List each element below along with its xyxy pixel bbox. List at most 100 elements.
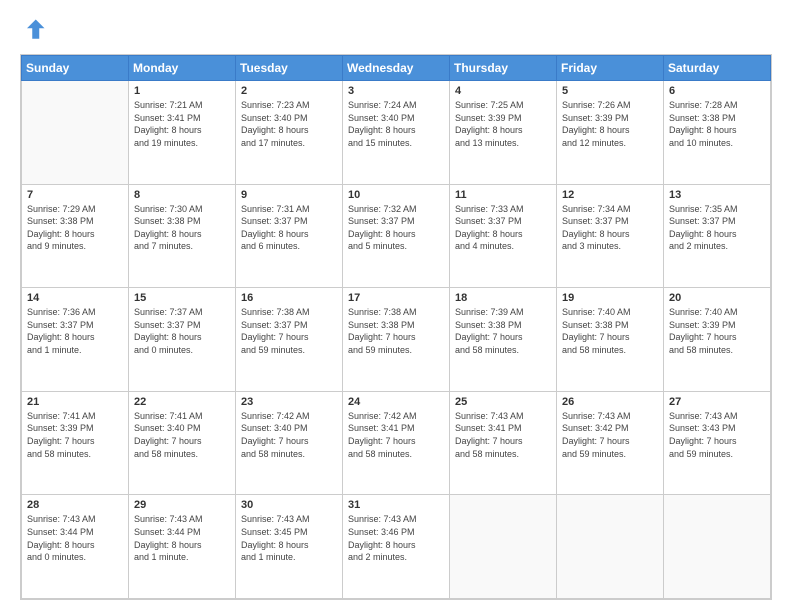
calendar-table: SundayMondayTuesdayWednesdayThursdayFrid… bbox=[21, 55, 771, 599]
day-info: Sunrise: 7:37 AM Sunset: 3:37 PM Dayligh… bbox=[134, 306, 230, 356]
calendar-cell bbox=[22, 81, 129, 185]
calendar-cell: 16 Sunrise: 7:38 AM Sunset: 3:37 PM Dayli… bbox=[236, 288, 343, 392]
calendar-week-row: 7 Sunrise: 7:29 AM Sunset: 3:38 PM Daylig… bbox=[22, 184, 771, 288]
calendar-cell: 9 Sunrise: 7:31 AM Sunset: 3:37 PM Daylig… bbox=[236, 184, 343, 288]
day-number: 16 bbox=[241, 292, 337, 304]
day-info: Sunrise: 7:40 AM Sunset: 3:39 PM Dayligh… bbox=[669, 306, 765, 356]
calendar-week-row: 14Sunrise: 7:36 AM Sunset: 3:37 PM Dayli… bbox=[22, 288, 771, 392]
calendar-cell: 2Sunrise: 7:23 AM Sunset: 3:40 PM Daylig… bbox=[236, 81, 343, 185]
day-number: 13 bbox=[669, 189, 765, 201]
day-header: Thursday bbox=[450, 56, 557, 81]
day-info: Sunrise: 7:42 AM Sunset: 3:41 PM Dayligh… bbox=[348, 410, 444, 460]
day-info: Sunrise: 7:39 AM Sunset: 3:38 PM Dayligh… bbox=[455, 306, 551, 356]
day-number: 9 bbox=[241, 189, 337, 201]
calendar-cell: 18 Sunrise: 7:39 AM Sunset: 3:38 PM Dayli… bbox=[450, 288, 557, 392]
calendar-cell: 11 Sunrise: 7:33 AM Sunset: 3:37 PM Dayli… bbox=[450, 184, 557, 288]
day-number: 15 bbox=[134, 292, 230, 304]
day-info: Sunrise: 7:26 AM Sunset: 3:39 PM Dayligh… bbox=[562, 99, 658, 149]
day-info: Sunrise: 7:34 AM Sunset: 3:37 PM Dayligh… bbox=[562, 203, 658, 253]
day-header: Monday bbox=[129, 56, 236, 81]
calendar-cell: 21 Sunrise: 7:41 AM Sunset: 3:39 PM Dayli… bbox=[22, 391, 129, 495]
day-number: 4 bbox=[455, 85, 551, 97]
calendar-cell bbox=[450, 495, 557, 599]
calendar-week-row: 28 Sunrise: 7:43 AM Sunset: 3:44 PM Dayli… bbox=[22, 495, 771, 599]
day-number: 24 bbox=[348, 396, 444, 408]
day-header: Friday bbox=[557, 56, 664, 81]
calendar-cell: 25Sunrise: 7:43 AM Sunset: 3:41 PM Dayli… bbox=[450, 391, 557, 495]
day-number: 23 bbox=[241, 396, 337, 408]
day-info: Sunrise: 7:38 AM Sunset: 3:38 PM Dayligh… bbox=[348, 306, 444, 356]
day-info: Sunrise: 7:43 AM Sunset: 3:42 PM Dayligh… bbox=[562, 410, 658, 460]
day-header: Saturday bbox=[664, 56, 771, 81]
day-info: Sunrise: 7:43 AM Sunset: 3:44 PM Dayligh… bbox=[134, 513, 230, 563]
day-number: 7 bbox=[27, 189, 123, 201]
calendar-cell: 26 Sunrise: 7:43 AM Sunset: 3:42 PM Dayli… bbox=[557, 391, 664, 495]
calendar-cell: 23 Sunrise: 7:42 AM Sunset: 3:40 PM Dayli… bbox=[236, 391, 343, 495]
day-number: 19 bbox=[562, 292, 658, 304]
calendar-cell bbox=[557, 495, 664, 599]
calendar-cell: 17 Sunrise: 7:38 AM Sunset: 3:38 PM Dayli… bbox=[343, 288, 450, 392]
calendar-week-row: 1 Sunrise: 7:21 AM Sunset: 3:41 PM Daylig… bbox=[22, 81, 771, 185]
day-info: Sunrise: 7:31 AM Sunset: 3:37 PM Dayligh… bbox=[241, 203, 337, 253]
calendar-cell: 22 Sunrise: 7:41 AM Sunset: 3:40 PM Dayli… bbox=[129, 391, 236, 495]
day-header: Tuesday bbox=[236, 56, 343, 81]
calendar-cell: 20 Sunrise: 7:40 AM Sunset: 3:39 PM Dayli… bbox=[664, 288, 771, 392]
calendar-cell: 30 Sunrise: 7:43 AM Sunset: 3:45 PM Dayli… bbox=[236, 495, 343, 599]
day-number: 26 bbox=[562, 396, 658, 408]
day-number: 3 bbox=[348, 85, 444, 97]
day-number: 28 bbox=[27, 499, 123, 511]
day-info: Sunrise: 7:40 AM Sunset: 3:38 PM Dayligh… bbox=[562, 306, 658, 356]
day-number: 12 bbox=[562, 189, 658, 201]
calendar-cell: 4Sunrise: 7:25 AM Sunset: 3:39 PM Daylig… bbox=[450, 81, 557, 185]
day-info: Sunrise: 7:35 AM Sunset: 3:37 PM Dayligh… bbox=[669, 203, 765, 253]
day-info: Sunrise: 7:33 AM Sunset: 3:37 PM Dayligh… bbox=[455, 203, 551, 253]
day-number: 18 bbox=[455, 292, 551, 304]
day-number: 22 bbox=[134, 396, 230, 408]
day-number: 17 bbox=[348, 292, 444, 304]
day-number: 30 bbox=[241, 499, 337, 511]
header bbox=[20, 16, 772, 44]
day-number: 1 bbox=[134, 85, 230, 97]
day-number: 27 bbox=[669, 396, 765, 408]
calendar-cell: 31Sunrise: 7:43 AM Sunset: 3:46 PM Dayli… bbox=[343, 495, 450, 599]
calendar-cell: 19 Sunrise: 7:40 AM Sunset: 3:38 PM Dayli… bbox=[557, 288, 664, 392]
day-header: Sunday bbox=[22, 56, 129, 81]
logo-icon bbox=[20, 16, 48, 44]
day-info: Sunrise: 7:28 AM Sunset: 3:38 PM Dayligh… bbox=[669, 99, 765, 149]
calendar-cell: 28Sunrise: 7:43 AM Sunset: 3:44 PM Dayli… bbox=[22, 495, 129, 599]
calendar-cell: 3Sunrise: 7:24 AM Sunset: 3:40 PM Daylig… bbox=[343, 81, 450, 185]
day-info: Sunrise: 7:29 AM Sunset: 3:38 PM Dayligh… bbox=[27, 203, 123, 253]
day-number: 10 bbox=[348, 189, 444, 201]
page: SundayMondayTuesdayWednesdayThursdayFrid… bbox=[0, 0, 792, 612]
day-info: Sunrise: 7:30 AM Sunset: 3:38 PM Dayligh… bbox=[134, 203, 230, 253]
day-info: Sunrise: 7:43 AM Sunset: 3:43 PM Dayligh… bbox=[669, 410, 765, 460]
day-info: Sunrise: 7:41 AM Sunset: 3:39 PM Dayligh… bbox=[27, 410, 123, 460]
day-info: Sunrise: 7:36 AM Sunset: 3:37 PM Dayligh… bbox=[27, 306, 123, 356]
day-info: Sunrise: 7:21 AM Sunset: 3:41 PM Dayligh… bbox=[134, 99, 230, 149]
calendar-cell: 5Sunrise: 7:26 AM Sunset: 3:39 PM Daylig… bbox=[557, 81, 664, 185]
calendar-cell: 1 Sunrise: 7:21 AM Sunset: 3:41 PM Daylig… bbox=[129, 81, 236, 185]
calendar-cell: 27 Sunrise: 7:43 AM Sunset: 3:43 PM Dayli… bbox=[664, 391, 771, 495]
calendar-cell: 24 Sunrise: 7:42 AM Sunset: 3:41 PM Dayli… bbox=[343, 391, 450, 495]
calendar-week-row: 21 Sunrise: 7:41 AM Sunset: 3:39 PM Dayli… bbox=[22, 391, 771, 495]
day-number: 21 bbox=[27, 396, 123, 408]
day-number: 31 bbox=[348, 499, 444, 511]
logo bbox=[20, 16, 52, 44]
calendar-cell: 29 Sunrise: 7:43 AM Sunset: 3:44 PM Dayli… bbox=[129, 495, 236, 599]
calendar-cell: 13 Sunrise: 7:35 AM Sunset: 3:37 PM Dayli… bbox=[664, 184, 771, 288]
day-info: Sunrise: 7:43 AM Sunset: 3:45 PM Dayligh… bbox=[241, 513, 337, 563]
calendar: SundayMondayTuesdayWednesdayThursdayFrid… bbox=[20, 54, 772, 600]
calendar-cell bbox=[664, 495, 771, 599]
day-info: Sunrise: 7:41 AM Sunset: 3:40 PM Dayligh… bbox=[134, 410, 230, 460]
day-number: 6 bbox=[669, 85, 765, 97]
day-number: 11 bbox=[455, 189, 551, 201]
day-number: 20 bbox=[669, 292, 765, 304]
day-info: Sunrise: 7:42 AM Sunset: 3:40 PM Dayligh… bbox=[241, 410, 337, 460]
day-info: Sunrise: 7:38 AM Sunset: 3:37 PM Dayligh… bbox=[241, 306, 337, 356]
calendar-header-row: SundayMondayTuesdayWednesdayThursdayFrid… bbox=[22, 56, 771, 81]
calendar-cell: 10Sunrise: 7:32 AM Sunset: 3:37 PM Dayli… bbox=[343, 184, 450, 288]
day-info: Sunrise: 7:23 AM Sunset: 3:40 PM Dayligh… bbox=[241, 99, 337, 149]
day-number: 29 bbox=[134, 499, 230, 511]
calendar-cell: 14Sunrise: 7:36 AM Sunset: 3:37 PM Dayli… bbox=[22, 288, 129, 392]
calendar-cell: 12 Sunrise: 7:34 AM Sunset: 3:37 PM Dayli… bbox=[557, 184, 664, 288]
